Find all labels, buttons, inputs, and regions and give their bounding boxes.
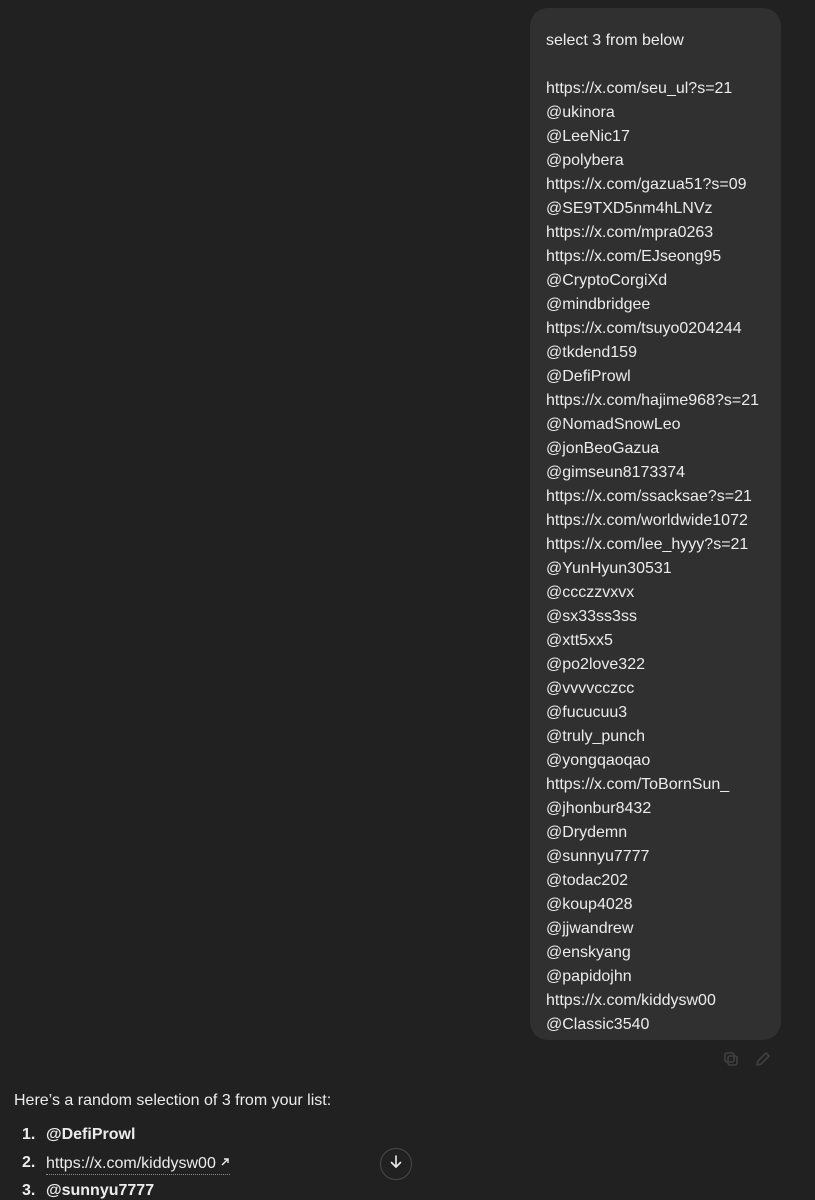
handle-item: @Drydemn: [546, 824, 628, 841]
handle-item: @CryptoCorgiXd: [546, 272, 668, 289]
assistant-intro: Here’s a random selection of 3 from your…: [14, 1092, 332, 1109]
handle-item: @todac202: [546, 872, 629, 889]
handle-item: @LeeNic17: [546, 128, 630, 145]
edit-icon[interactable]: [754, 1050, 772, 1068]
result-handle: @sunnyu7777: [46, 1182, 155, 1199]
handle-item: @SE9TXD5nm4hLNVz: [546, 200, 713, 217]
handle-item: https://x.com/gazua51?s=09: [546, 176, 747, 193]
handle-item: https://x.com/hajime968?s=21: [546, 392, 760, 409]
handle-item: @gimseun8173374: [546, 464, 686, 481]
handle-item: @NomadSnowLeo: [546, 416, 681, 433]
handle-item: https://x.com/lee_hyyy?s=21: [546, 536, 749, 553]
result-link[interactable]: https://x.com/kiddysw00: [46, 1153, 230, 1175]
user-prompt: select 3 from below: [546, 32, 684, 49]
handle-item: @sunnyu7777: [546, 848, 650, 865]
handle-item: @po2love322: [546, 656, 645, 673]
result-number: 1.: [22, 1126, 36, 1143]
handle-item: https://x.com/kiddysw00: [546, 992, 716, 1009]
handle-item: @ukinora: [546, 104, 615, 121]
handle-item: @tkdend159: [546, 344, 637, 361]
handle-item: @jonBeoGazua: [546, 440, 660, 457]
handle-item: @polybera: [546, 152, 624, 169]
handle-item: @ccczzvxvx: [546, 584, 635, 601]
handle-item: @papidojhn: [546, 968, 632, 985]
handle-item: https://x.com/mpra0263: [546, 224, 714, 241]
handle-item: https://x.com/tsuyo0204244: [546, 320, 742, 337]
handle-item: @fucucuu3: [546, 704, 628, 721]
handle-item: @Classic3540: [546, 1016, 650, 1033]
result-number: 2.: [22, 1154, 36, 1171]
result-item: 3. @sunnyu7777: [14, 1177, 774, 1200]
handle-item: @enskyang: [546, 944, 631, 961]
handle-item: @DefiProwl: [546, 368, 631, 385]
result-handle: @DefiProwl: [46, 1126, 136, 1143]
handle-item: https://x.com/EJseong95: [546, 248, 722, 265]
handle-item: https://x.com/ssacksae?s=21: [546, 488, 752, 505]
result-number: 3.: [22, 1182, 36, 1199]
handle-item: @sx33ss3ss: [546, 608, 637, 625]
result-item: 1. @DefiProwl: [14, 1121, 774, 1149]
handle-item: https://x.com/ToBornSun_: [546, 776, 730, 793]
copy-icon[interactable]: [722, 1050, 740, 1068]
result-link-text: https://x.com/kiddysw00: [46, 1155, 216, 1172]
handle-item: @mindbridgee: [546, 296, 651, 313]
handle-item: @koup4028: [546, 896, 633, 913]
scroll-down-button[interactable]: [380, 1148, 412, 1180]
message-actions: [722, 1050, 772, 1068]
external-link-icon: [220, 1153, 230, 1166]
assistant-message: Here’s a random selection of 3 from your…: [14, 1089, 774, 1200]
handle-item: @jjwandrew: [546, 920, 634, 937]
handle-item: @truly_punch: [546, 728, 645, 745]
handle-item: @vvvvcczcc: [546, 680, 635, 697]
handle-list: https://x.com/seu_ul?s=21 @ukinora @LeeN…: [546, 77, 765, 1037]
user-message-bubble: select 3 from below https://x.com/seu_ul…: [530, 8, 781, 1040]
handle-item: @yongqaoqao: [546, 752, 651, 769]
arrow-down-icon: [388, 1154, 404, 1175]
handle-item: @YunHyun30531: [546, 560, 672, 577]
handle-item: @xtt5xx5: [546, 632, 613, 649]
handle-item: https://x.com/seu_ul?s=21: [546, 80, 733, 97]
handle-item: @jhonbur8432: [546, 800, 652, 817]
handle-item: https://x.com/worldwide1072: [546, 512, 748, 529]
